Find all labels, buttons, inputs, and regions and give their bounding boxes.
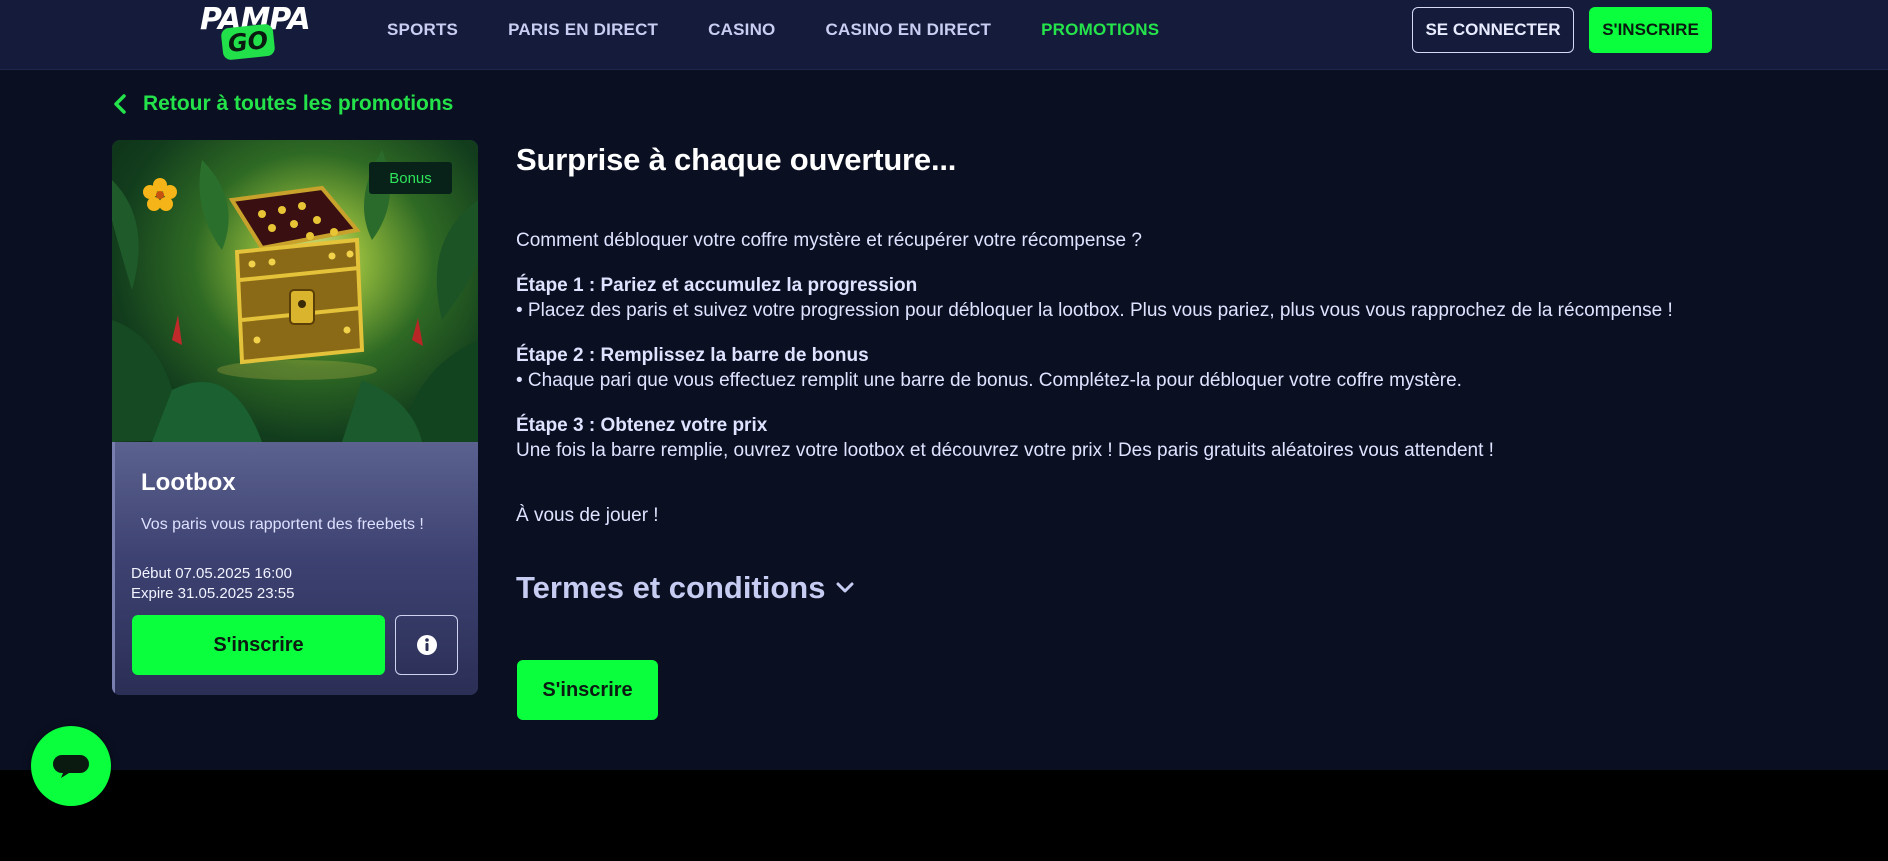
intro-text: Comment débloquer votre coffre mystère e… <box>516 230 1142 251</box>
nav-casino[interactable]: CASINO <box>708 18 775 42</box>
step-1-text: • Placez des paris et suivez votre progr… <box>516 300 1673 321</box>
promo-end-date: Expire 31.05.2025 23:55 <box>131 585 295 602</box>
nav-promotions[interactable]: PROMOTIONS <box>1041 18 1159 42</box>
step-1-heading: Étape 1 : Pariez et accumulez la progres… <box>516 275 918 296</box>
promo-subtitle: Vos paris vous rapportent des freebets ! <box>141 516 424 533</box>
back-link-label: Retour à toutes les promotions <box>143 92 454 115</box>
nav-casino-en-direct[interactable]: CASINO EN DIRECT <box>825 18 991 42</box>
info-icon <box>416 635 437 655</box>
main-nav: SPORTS PARIS EN DIRECT CASINO CASINO EN … <box>387 18 1209 42</box>
step-3-heading: Étape 3 : Obtenez votre prix <box>516 415 768 436</box>
login-button[interactable]: SE CONNECTER <box>1412 7 1574 53</box>
terms-label: Termes et conditions <box>516 570 826 605</box>
step-2-text: • Chaque pari que vous effectuez remplit… <box>516 370 1462 391</box>
info-button[interactable] <box>395 615 458 675</box>
chevron-left-icon <box>114 94 126 114</box>
promo-start-date: Début 07.05.2025 16:00 <box>131 565 292 582</box>
promo-card-text-layer: Lootbox Vos paris vous rapportent des fr… <box>112 140 478 695</box>
chevron-down-icon <box>836 582 853 593</box>
register-button-header[interactable]: S'INSCRIRE <box>1589 7 1712 53</box>
logo-go-badge: GO <box>220 23 276 61</box>
step-2-heading: Étape 2 : Remplissez la barre de bonus <box>516 345 869 366</box>
back-to-promotions-link[interactable]: Retour à toutes les promotions <box>113 92 453 116</box>
outro-text: À vous de jouer ! <box>516 505 659 526</box>
content-register-button[interactable]: S'inscrire <box>517 660 658 720</box>
chat-button[interactable] <box>31 726 111 806</box>
chat-icon <box>53 755 89 778</box>
promo-title: Lootbox <box>141 469 236 496</box>
nav-sports[interactable]: SPORTS <box>387 18 458 42</box>
pampa-go-logo[interactable]: PAMPA GO <box>198 0 311 62</box>
step-3-text: Une fois la barre remplie, ouvrez votre … <box>516 440 1494 461</box>
promo-heading: Surprise à chaque ouverture... <box>516 142 957 177</box>
nav-paris-en-direct[interactable]: PARIS EN DIRECT <box>508 18 658 42</box>
card-register-button[interactable]: S'inscrire <box>132 615 385 675</box>
terms-and-conditions-toggle[interactable]: Termes et conditions <box>516 570 854 606</box>
top-header: PAMPA GO SPORTS PARIS EN DIRECT CASINO C… <box>0 0 1888 70</box>
